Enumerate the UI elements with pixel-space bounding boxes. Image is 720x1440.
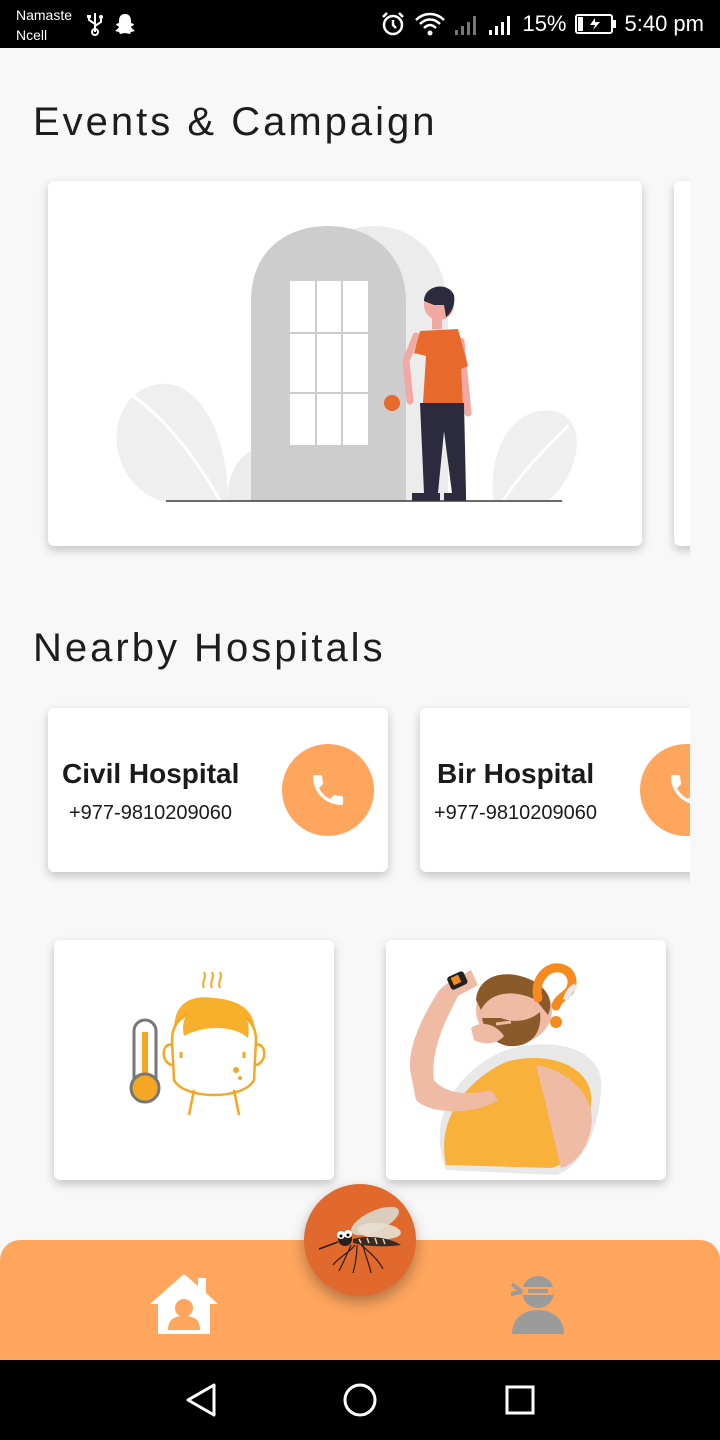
back-icon[interactable] bbox=[184, 1382, 218, 1418]
nav-home-button[interactable] bbox=[148, 1272, 220, 1338]
status-bar: Namaste Ncell 15% 5:40 pm bbox=[0, 0, 720, 48]
carrier-line1: Namaste bbox=[16, 7, 73, 23]
signal-icon-2 bbox=[489, 16, 511, 35]
alarm-icon bbox=[382, 12, 405, 36]
event-illustration bbox=[116, 226, 577, 502]
usb-icon bbox=[87, 13, 103, 36]
carrier-line2: Ncell bbox=[16, 27, 48, 43]
snapchat-icon bbox=[115, 14, 135, 34]
fever-illustration bbox=[129, 971, 266, 1116]
events-section-title: Events & Campaign bbox=[33, 100, 438, 144]
events-carousel[interactable] bbox=[0, 170, 690, 570]
phone-icon bbox=[671, 775, 690, 804]
hospitals-section-title: Nearby Hospitals bbox=[33, 626, 386, 670]
hospital-name: Civil Hospital bbox=[62, 758, 240, 789]
event-card-next[interactable] bbox=[674, 181, 690, 546]
wifi-icon bbox=[415, 12, 446, 36]
hospitals-carousel[interactable]: Civil Hospital +977-9810209060 Bir Hospi… bbox=[0, 700, 690, 890]
call-button[interactable] bbox=[282, 744, 374, 836]
hospital-phone: +977-9810209060 bbox=[69, 802, 232, 824]
nav-profile-button[interactable] bbox=[508, 1272, 570, 1338]
ninja-user-icon bbox=[510, 1276, 564, 1334]
signal-icon bbox=[455, 16, 477, 35]
faq-card[interactable] bbox=[386, 940, 666, 1180]
hospital-card[interactable]: Civil Hospital +977-9810209060 bbox=[48, 708, 388, 872]
event-card[interactable] bbox=[48, 181, 642, 546]
hospital-name: Bir Hospital bbox=[437, 758, 595, 789]
confused-man-illustration bbox=[410, 963, 602, 1175]
hospital-phone: +977-9810209060 bbox=[434, 802, 597, 824]
clock: 5:40 pm bbox=[624, 11, 705, 36]
hospital-card[interactable]: Bir Hospital +977-9810209060 bbox=[420, 708, 690, 872]
phone-icon bbox=[313, 775, 343, 805]
mosquito-icon bbox=[318, 1206, 401, 1274]
system-navigation-bar bbox=[0, 1360, 720, 1440]
home-user-icon bbox=[150, 1274, 218, 1334]
home-circle-icon[interactable] bbox=[342, 1382, 378, 1418]
call-button[interactable] bbox=[640, 744, 690, 836]
battery-charging-icon bbox=[574, 14, 616, 34]
battery-percent: 15% bbox=[522, 11, 567, 36]
recents-icon[interactable] bbox=[504, 1382, 536, 1418]
carrier-name: Namaste Ncell bbox=[16, 5, 72, 45]
symptoms-card[interactable] bbox=[54, 940, 334, 1180]
mosquito-fab[interactable] bbox=[304, 1184, 416, 1296]
